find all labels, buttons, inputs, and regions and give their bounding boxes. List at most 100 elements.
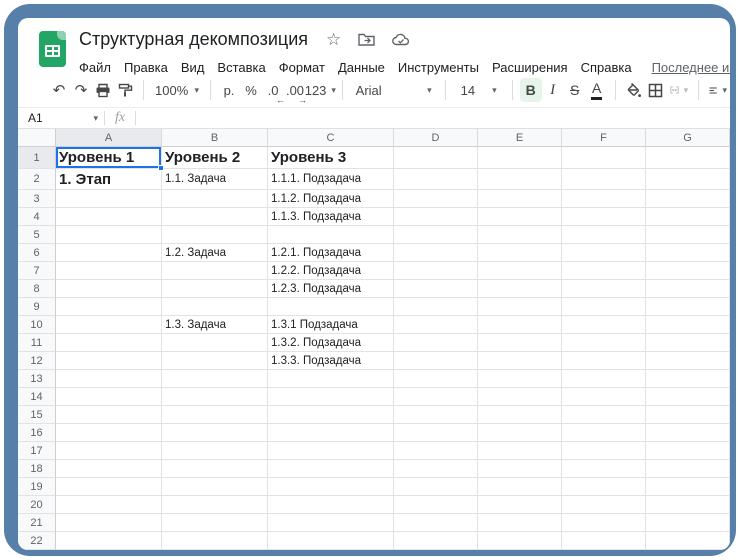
cell-A9[interactable]	[56, 298, 162, 316]
cell-C2[interactable]: 1.1.1. Подзадача	[268, 169, 394, 190]
number-format-button[interactable]: 123 ▾	[306, 78, 335, 102]
menu-help[interactable]: Справка	[581, 60, 632, 75]
menu-edit[interactable]: Правка	[124, 60, 168, 75]
row-header-7[interactable]: 7	[18, 262, 56, 280]
row-header-20[interactable]: 20	[18, 496, 56, 514]
cell-C6[interactable]: 1.2.1. Подзадача	[268, 244, 394, 262]
cell-C5[interactable]	[268, 226, 394, 244]
cell-G7[interactable]	[646, 262, 730, 280]
cell-F10[interactable]	[562, 316, 646, 334]
zoom-select[interactable]: 100% ▾	[151, 78, 203, 102]
cell-C11[interactable]: 1.3.2. Подзадача	[268, 334, 394, 352]
percent-format-button[interactable]: %	[240, 78, 262, 102]
cell-D16[interactable]	[394, 424, 478, 442]
cell-G22[interactable]	[646, 532, 730, 550]
row-header-6[interactable]: 6	[18, 244, 56, 262]
cell-D22[interactable]	[394, 532, 478, 550]
cell-A15[interactable]	[56, 406, 162, 424]
cell-D20[interactable]	[394, 496, 478, 514]
cell-B13[interactable]	[162, 370, 268, 388]
cell-B18[interactable]	[162, 460, 268, 478]
row-header-5[interactable]: 5	[18, 226, 56, 244]
cell-B11[interactable]	[162, 334, 268, 352]
cell-D12[interactable]	[394, 352, 478, 370]
cell-F21[interactable]	[562, 514, 646, 532]
cell-F16[interactable]	[562, 424, 646, 442]
row-header-13[interactable]: 13	[18, 370, 56, 388]
menu-format[interactable]: Формат	[279, 60, 325, 75]
cell-D4[interactable]	[394, 208, 478, 226]
cell-E14[interactable]	[478, 388, 562, 406]
cell-A4[interactable]	[56, 208, 162, 226]
cell-B4[interactable]	[162, 208, 268, 226]
cloud-status-icon[interactable]	[392, 33, 410, 46]
cell-F12[interactable]	[562, 352, 646, 370]
cell-F19[interactable]	[562, 478, 646, 496]
cell-G9[interactable]	[646, 298, 730, 316]
cell-D1[interactable]	[394, 147, 478, 169]
cell-B15[interactable]	[162, 406, 268, 424]
cell-D2[interactable]	[394, 169, 478, 190]
cell-F15[interactable]	[562, 406, 646, 424]
name-box[interactable]: A1 ▾	[18, 108, 104, 128]
cell-C15[interactable]	[268, 406, 394, 424]
cell-B14[interactable]	[162, 388, 268, 406]
menu-extensions[interactable]: Расширения	[492, 60, 568, 75]
cell-E2[interactable]	[478, 169, 562, 190]
row-header-8[interactable]: 8	[18, 280, 56, 298]
cell-C16[interactable]	[268, 424, 394, 442]
cell-G11[interactable]	[646, 334, 730, 352]
cell-A5[interactable]	[56, 226, 162, 244]
cell-A10[interactable]	[56, 316, 162, 334]
cell-A22[interactable]	[56, 532, 162, 550]
cell-B5[interactable]	[162, 226, 268, 244]
menu-data[interactable]: Данные	[338, 60, 385, 75]
cell-A12[interactable]	[56, 352, 162, 370]
row-header-18[interactable]: 18	[18, 460, 56, 478]
cell-A19[interactable]	[56, 478, 162, 496]
row-header-11[interactable]: 11	[18, 334, 56, 352]
row-header-10[interactable]: 10	[18, 316, 56, 334]
cell-D21[interactable]	[394, 514, 478, 532]
cell-C21[interactable]	[268, 514, 394, 532]
font-family-select[interactable]: Arial ▾	[350, 78, 438, 102]
cell-C8[interactable]: 1.2.3. Подзадача	[268, 280, 394, 298]
menu-insert[interactable]: Вставка	[217, 60, 265, 75]
cell-G15[interactable]	[646, 406, 730, 424]
undo-button[interactable]: ↶	[48, 78, 70, 102]
document-title[interactable]: Структурная декомпозиция	[79, 29, 308, 50]
column-header-D[interactable]: D	[394, 129, 478, 147]
cell-G17[interactable]	[646, 442, 730, 460]
sheets-logo-icon[interactable]	[39, 31, 66, 67]
column-header-F[interactable]: F	[562, 129, 646, 147]
cell-A13[interactable]	[56, 370, 162, 388]
cell-F2[interactable]	[562, 169, 646, 190]
cell-B17[interactable]	[162, 442, 268, 460]
cell-G19[interactable]	[646, 478, 730, 496]
cell-B16[interactable]	[162, 424, 268, 442]
cell-G20[interactable]	[646, 496, 730, 514]
cell-E7[interactable]	[478, 262, 562, 280]
cell-G3[interactable]	[646, 190, 730, 208]
cell-B8[interactable]	[162, 280, 268, 298]
row-header-21[interactable]: 21	[18, 514, 56, 532]
cell-G1[interactable]	[646, 147, 730, 169]
cell-D5[interactable]	[394, 226, 478, 244]
cell-E17[interactable]	[478, 442, 562, 460]
cell-G21[interactable]	[646, 514, 730, 532]
cell-F4[interactable]	[562, 208, 646, 226]
cell-A1[interactable]: Уровень 1	[56, 147, 162, 169]
cell-E1[interactable]	[478, 147, 562, 169]
paint-format-button[interactable]	[114, 78, 136, 102]
cell-F7[interactable]	[562, 262, 646, 280]
cell-C10[interactable]: 1.3.1 Подзадача	[268, 316, 394, 334]
cell-G2[interactable]	[646, 169, 730, 190]
select-all-corner[interactable]	[18, 129, 56, 147]
column-header-C[interactable]: C	[268, 129, 394, 147]
cell-B9[interactable]	[162, 298, 268, 316]
cell-A17[interactable]	[56, 442, 162, 460]
cell-D3[interactable]	[394, 190, 478, 208]
cell-E12[interactable]	[478, 352, 562, 370]
cell-G8[interactable]	[646, 280, 730, 298]
row-header-17[interactable]: 17	[18, 442, 56, 460]
